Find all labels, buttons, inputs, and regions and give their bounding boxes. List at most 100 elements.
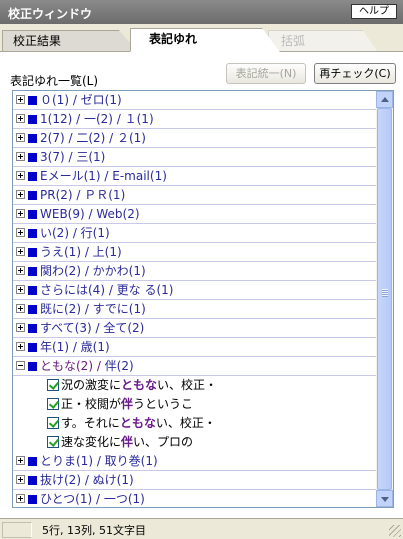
tree-row[interactable]: ひとつ(1) / 一つ(1)	[13, 490, 377, 507]
variant-group-label: うえ(1) / 上(1)	[40, 245, 122, 259]
tree-row[interactable]: WEB(9) / Web(2)	[13, 205, 377, 224]
tab-notation-variants[interactable]: 表記ゆれ	[130, 28, 280, 52]
tree-row[interactable]: 年(1) / 歳(1)	[13, 338, 377, 357]
variant-primary: 1(12)	[40, 112, 73, 126]
expand-icon[interactable]	[16, 95, 25, 104]
tree-row[interactable]: ともな(2) / 伴(2)	[13, 357, 377, 376]
expand-icon[interactable]	[16, 494, 25, 503]
variant-primary: とりま(1)	[40, 454, 93, 468]
expand-icon[interactable]	[16, 209, 25, 218]
scrollbar-thumb[interactable]	[377, 108, 392, 490]
tree-row[interactable]: 関わ(2) / かかわ(1)	[13, 262, 377, 281]
tree-row[interactable]: い(2) / 行(1)	[13, 224, 377, 243]
variant-alternate: 更な る(1)	[116, 283, 174, 297]
variant-alternate: 全て(2)	[103, 321, 145, 335]
tree-row[interactable]: 3(7) / 三(1)	[13, 148, 377, 167]
resize-grip-icon[interactable]	[389, 525, 401, 537]
scroll-down-button[interactable]	[376, 490, 393, 507]
expand-icon[interactable]	[16, 323, 25, 332]
tree-row[interactable]: とりま(1) / 取り巻(1)	[13, 452, 377, 471]
tree-row[interactable]: 抜け(2) / ぬけ(1)	[13, 471, 377, 490]
expand-icon[interactable]	[16, 190, 25, 199]
recheck-button[interactable]: 再チェック(C)	[314, 63, 396, 84]
square-marker-icon	[28, 324, 37, 333]
title-bar: 校正ウィンドウ ヘルプ	[0, 0, 403, 24]
occurrence-item[interactable]: 正・校閲が伴うというこ	[13, 395, 377, 414]
variant-primary: すべて(3)	[40, 321, 92, 335]
variant-group-label: すべて(3) / 全て(2)	[40, 321, 145, 335]
context-after: うというこ	[133, 397, 194, 411]
expand-icon[interactable]	[16, 285, 25, 294]
variant-alternate: 一つ(1)	[103, 492, 145, 506]
variant-primary: 関わ(2)	[40, 264, 81, 278]
variant-primary: い(2)	[40, 226, 69, 240]
variant-group-label: 3(7) / 三(1)	[40, 150, 106, 164]
square-marker-icon	[28, 172, 37, 181]
tree-row[interactable]: さらには(4) / 更な る(1)	[13, 281, 377, 300]
expand-icon[interactable]	[16, 247, 25, 256]
occurrence-item[interactable]: 速な変化に伴い、プロの	[13, 433, 377, 452]
variant-alternate: かかわ(1)	[92, 264, 146, 278]
tab-proofread-results[interactable]: 校正結果	[2, 30, 138, 52]
tree-row[interactable]: 2(7) / 二(2) / ２(1)	[13, 129, 377, 148]
context-before: 正・校閲が	[61, 397, 122, 411]
expand-icon[interactable]	[16, 114, 25, 123]
occurrence-context: 速な変化に伴い、プロの	[61, 433, 193, 452]
variant-primary: 2(7)	[40, 131, 65, 145]
unify-notation-button[interactable]: 表記統一(N)	[226, 63, 306, 84]
tree-row[interactable]: Eメール(1) / E-mail(1)	[13, 167, 377, 186]
occurrence-item[interactable]: す。それにともない、校正・	[13, 414, 377, 433]
tab-strip: 校正結果 括弧 表記ゆれ	[0, 24, 403, 52]
window-title: 校正ウィンドウ	[8, 7, 93, 21]
variant-alternate: 一(2) / １(1)	[83, 112, 154, 126]
context-after: い、校正・	[157, 378, 218, 392]
expand-icon[interactable]	[16, 228, 25, 237]
occurrence-checkbox[interactable]	[47, 417, 59, 429]
expand-icon[interactable]	[16, 342, 25, 351]
tree-row[interactable]: 1(12) / 一(2) / １(1)	[13, 110, 377, 129]
variant-group-label: 1(12) / 一(2) / １(1)	[40, 112, 154, 126]
scroll-up-button[interactable]	[376, 91, 393, 108]
variants-panel: 表記ゆれ一覧(L) 表記統一(N) 再チェック(C) ０(1) / ゼロ(1) 1…	[0, 52, 403, 518]
matched-term: ともな	[119, 416, 156, 430]
expand-icon[interactable]	[16, 475, 25, 484]
variant-alternate: すでに(1)	[92, 302, 146, 316]
variant-primary: さらには(4)	[40, 283, 105, 297]
help-button[interactable]: ヘルプ	[351, 4, 397, 19]
square-marker-icon	[28, 305, 37, 314]
variant-primary: PR(2)	[40, 188, 73, 202]
tree-row[interactable]: 既に(2) / すでに(1)	[13, 300, 377, 319]
vertical-scrollbar[interactable]	[376, 91, 393, 507]
variant-alternate: 歳(1)	[80, 340, 110, 354]
status-bar: 5行, 13列, 51文字目	[0, 518, 403, 539]
expand-icon[interactable]	[16, 171, 25, 180]
square-marker-icon	[28, 495, 37, 504]
variant-alternate: E-mail(1)	[112, 169, 167, 183]
variant-alternate: 伴(2)	[104, 359, 134, 373]
tree-row[interactable]: すべて(3) / 全て(2)	[13, 319, 377, 338]
variant-group-label: ともな(2) / 伴(2)	[40, 359, 134, 373]
tree-row[interactable]: ０(1) / ゼロ(1)	[13, 91, 377, 110]
expand-icon[interactable]	[16, 304, 25, 313]
occurrence-checkbox[interactable]	[47, 379, 59, 391]
tree-row[interactable]: PR(2) / ＰＲ(1)	[13, 186, 377, 205]
variant-alternate: 二(2) / ２(1)	[76, 131, 146, 145]
tree-row[interactable]: うえ(1) / 上(1)	[13, 243, 377, 262]
square-marker-icon	[28, 115, 37, 124]
variant-group-label: とりま(1) / 取り巻(1)	[40, 454, 158, 468]
variant-alternate: 上(1)	[92, 245, 122, 259]
variant-group-label: い(2) / 行(1)	[40, 226, 110, 240]
expand-icon[interactable]	[16, 152, 25, 161]
expand-icon[interactable]	[16, 456, 25, 465]
variants-tree[interactable]: ０(1) / ゼロ(1) 1(12) / 一(2) / １(1) 2(7) / 二(…	[12, 90, 394, 508]
variant-alternate: ＰＲ(1)	[84, 188, 126, 202]
expand-icon[interactable]	[16, 133, 25, 142]
tab-brackets[interactable]: 括弧	[268, 30, 378, 52]
occurrence-checkbox[interactable]	[47, 436, 59, 448]
variant-group-label: 年(1) / 歳(1)	[40, 340, 110, 354]
occurrence-checkbox[interactable]	[47, 398, 59, 410]
occurrence-item[interactable]: 況の激変にともない、校正・	[13, 376, 377, 395]
expand-icon[interactable]	[16, 266, 25, 275]
variant-alternate: 取り巻(1)	[104, 454, 158, 468]
collapse-icon[interactable]	[16, 361, 25, 370]
